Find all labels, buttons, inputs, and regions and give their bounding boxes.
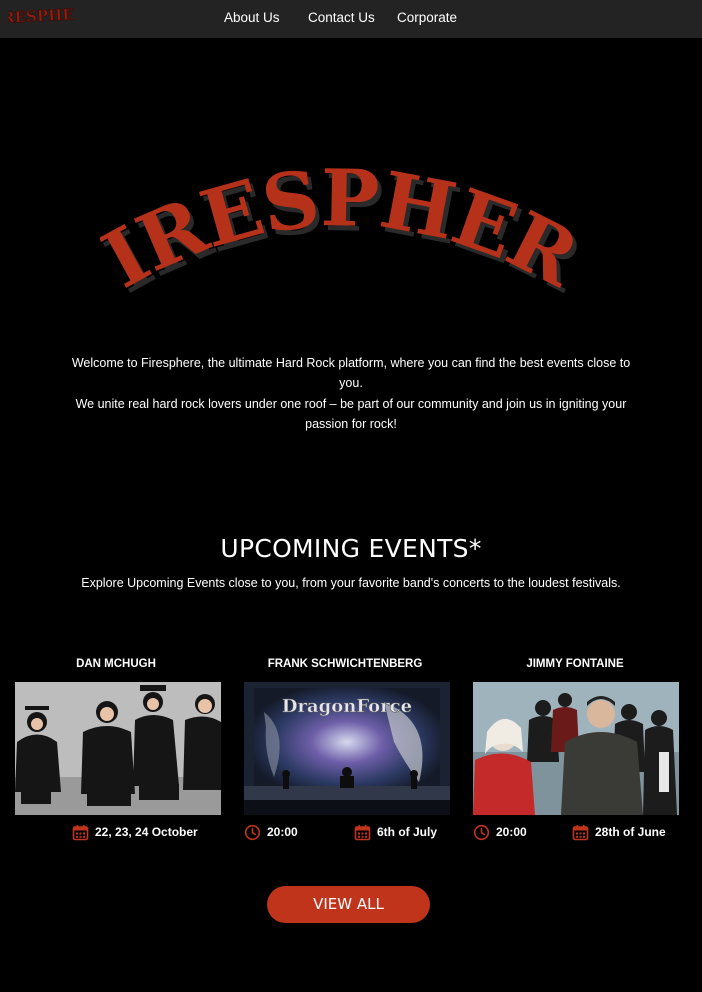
events-title: UPCOMING EVENTS* [220,534,482,563]
clock-icon [473,824,490,840]
event-card-2-name[interactable]: FRANK SCHWICHTENBERG [242,656,448,672]
nav-corporate[interactable]: Corporate [397,0,457,36]
calendar-icon [354,824,371,840]
event-card-3-date-text: 28th of June [595,825,666,839]
event-card-3-image[interactable] [473,682,679,815]
event-card-3-time-text: 20:00 [496,825,527,839]
event-card-2-date-text: 6th of July [377,825,438,839]
event-card-1-date-text: 22, 23, 24 October [95,825,198,839]
svg-text:FIRESPHERE: FIRESPHERE [100,118,584,306]
event-card-2-date: 6th of July [354,822,437,842]
intro-paragraph-2: We unite real hard rock lovers under one… [75,397,627,431]
event-card-3-time: 20:00 [473,822,527,842]
site-logo[interactable]: FIRESPHERE [8,2,74,28]
event-card-2-time: 20:00 [244,822,298,842]
event-card-2-image[interactable]: DragonForce [244,682,450,815]
event-card-3-date: 28th of June [572,822,666,842]
event-card-1-image[interactable] [15,682,221,815]
event-card-1-date: 22, 23, 24 October [72,822,198,842]
events-subtitle: Explore Upcoming Events close to you, fr… [81,576,621,590]
nav-about-us[interactable]: About Us [224,0,280,36]
nav-contact-us[interactable]: Contact Us [308,0,375,36]
intro-paragraph-1: Welcome to Firesphere, the ultimate Hard… [71,356,631,390]
calendar-icon [72,824,89,840]
event-card-1-name[interactable]: DAN MCHUGH [13,656,219,672]
svg-text:DragonForce: DragonForce [282,696,412,717]
top-navbar: FIRESPHERE About Us Contact Us Corporate [0,0,702,38]
hero-logo: FIRESPHERE FIRESPHERE [100,118,584,311]
event-card-2-time-text: 20:00 [267,825,298,839]
view-all-button[interactable]: VIEW ALL [267,886,430,923]
svg-text:FIRESPHERE: FIRESPHERE [8,4,74,28]
clock-icon [244,824,261,840]
event-card-3-name[interactable]: JIMMY FONTAINE [472,656,678,672]
calendar-icon [572,824,589,840]
